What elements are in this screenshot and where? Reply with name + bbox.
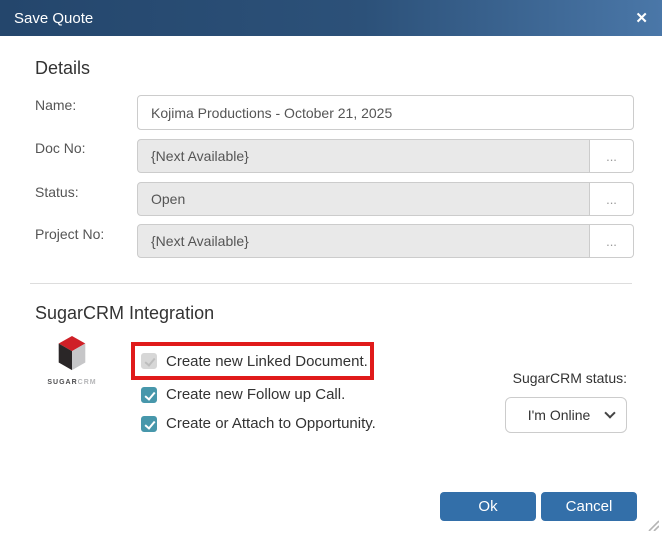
resize-grip[interactable] [645, 517, 659, 531]
linked-document-highlight-box: Create new Linked Document. [131, 342, 374, 380]
create-linked-document-checkbox[interactable] [141, 353, 157, 369]
sugarcrm-status-value: I'm Online [527, 407, 591, 423]
save-quote-dialog: Save Quote ✕ Details Name: Doc No: {Next… [0, 0, 662, 534]
doc-no-browse-button[interactable]: ... [590, 139, 634, 173]
sugarcrm-status-select[interactable]: I'm Online [505, 397, 627, 433]
dialog-title: Save Quote [14, 9, 94, 27]
status-browse-button[interactable]: ... [590, 182, 634, 216]
create-linked-document-label: Create new Linked Document. [166, 352, 368, 370]
create-attach-opportunity-label: Create or Attach to Opportunity. [166, 415, 376, 432]
section-divider [30, 283, 632, 284]
cancel-button[interactable]: Cancel [541, 492, 637, 521]
name-input[interactable] [137, 95, 634, 130]
doc-no-value: {Next Available} [137, 139, 590, 173]
create-follow-up-call-checkbox[interactable] [141, 386, 157, 403]
project-no-browse-button[interactable]: ... [590, 224, 634, 258]
close-icon[interactable]: ✕ [635, 11, 648, 26]
create-follow-up-call-label: Create new Follow up Call. [166, 386, 346, 403]
follow-up-call-row: Create new Follow up Call. [141, 386, 345, 403]
project-no-label: Project No: [35, 226, 105, 242]
name-label: Name: [35, 97, 77, 113]
create-attach-opportunity-checkbox[interactable] [141, 415, 157, 432]
doc-no-label: Doc No: [35, 140, 86, 156]
status-label: Status: [35, 184, 79, 200]
ok-button[interactable]: Ok [440, 492, 536, 521]
chevron-down-icon [604, 407, 616, 419]
sugarcrm-cube-icon [58, 335, 86, 371]
status-field-box: Open ... [137, 182, 634, 216]
name-field-box [137, 95, 634, 130]
sugarcrm-logo: SUGARCRM [44, 335, 100, 386]
project-no-field-box: {Next Available} ... [137, 224, 634, 258]
doc-no-field-box: {Next Available} ... [137, 139, 634, 173]
sugarcrm-status-label: SugarCRM status: [512, 370, 627, 386]
dialog-titlebar: Save Quote ✕ [0, 0, 662, 36]
details-heading: Details [35, 58, 91, 78]
sugarcrm-logo-text: SUGARCRM [47, 379, 97, 386]
project-no-value: {Next Available} [137, 224, 590, 258]
sugarcrm-heading: SugarCRM Integration [35, 303, 215, 323]
status-value: Open [137, 182, 590, 216]
attach-opportunity-row: Create or Attach to Opportunity. [141, 415, 376, 432]
